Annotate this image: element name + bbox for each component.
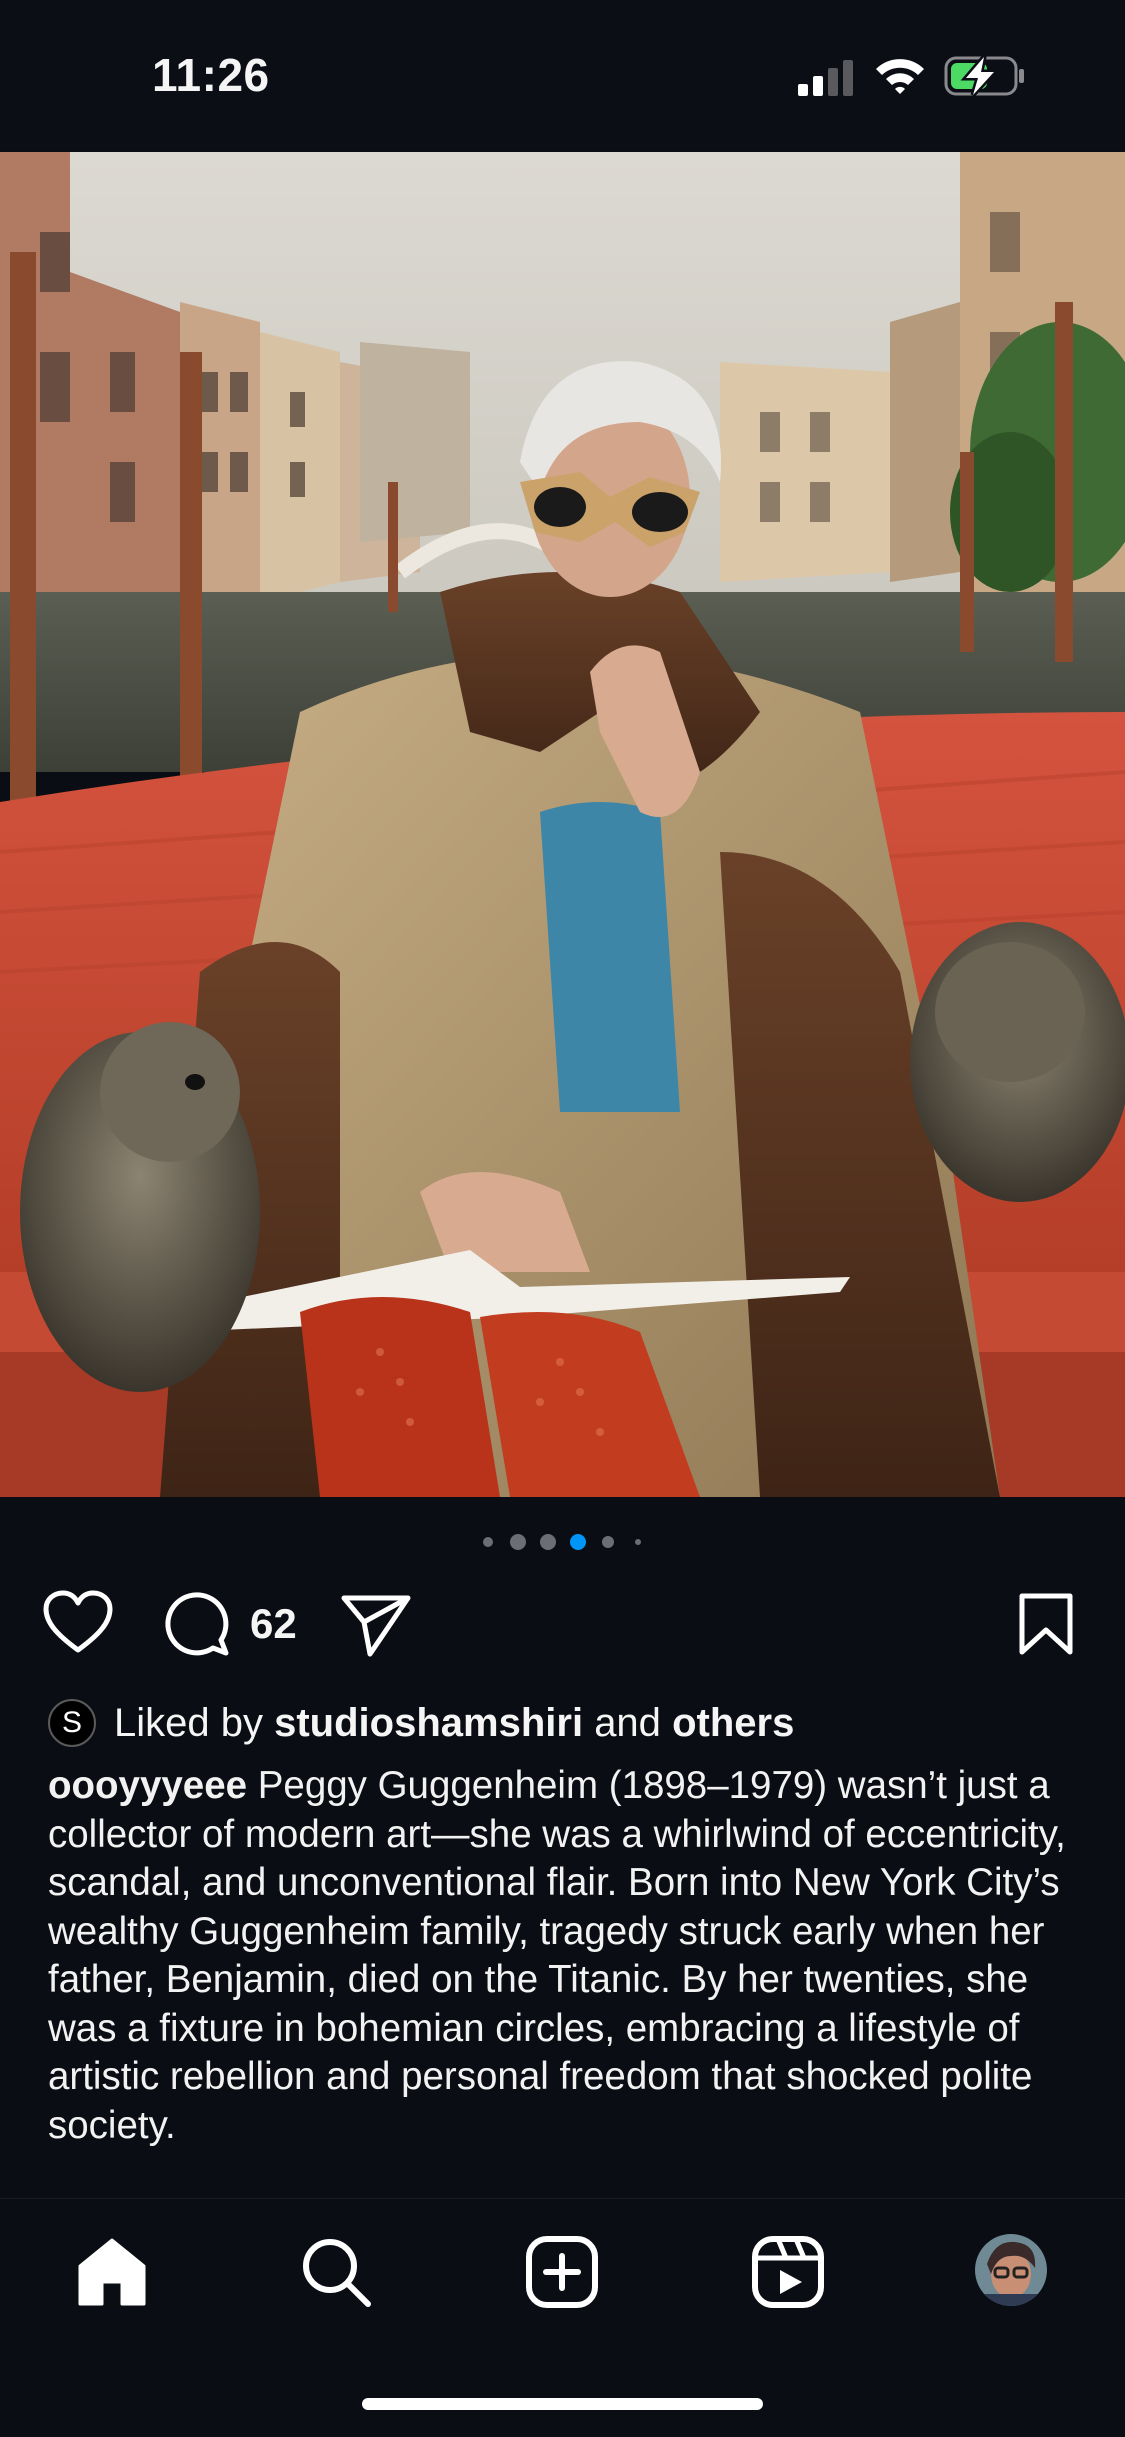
likes-prefix: Liked by <box>114 1700 263 1745</box>
search-icon[interactable] <box>298 2234 374 2310</box>
likes-connector: and <box>594 1700 661 1745</box>
carousel-dot <box>482 1537 493 1547</box>
like-heart-icon[interactable] <box>42 1590 114 1656</box>
create-post-icon[interactable] <box>524 2234 600 2310</box>
liker-username[interactable]: studioshamshiri <box>274 1701 583 1745</box>
profile-avatar[interactable] <box>975 2234 1047 2306</box>
carousel-dot <box>539 1534 556 1550</box>
comment-count[interactable]: 62 <box>250 1600 297 1648</box>
cellular-signal-icon <box>798 60 853 96</box>
carousel-dot <box>634 1539 641 1545</box>
battery-charging-icon <box>944 54 1024 97</box>
post-photo[interactable] <box>0 152 1125 1497</box>
likes-others-link[interactable]: others <box>672 1701 794 1745</box>
home-indicator <box>362 2398 763 2410</box>
liker-avatar[interactable]: S <box>48 1699 96 1747</box>
home-icon[interactable] <box>74 2234 150 2310</box>
status-time: 11:26 <box>152 49 270 101</box>
carousel-dot <box>601 1536 614 1548</box>
carousel-dot-active <box>569 1534 586 1550</box>
wifi-icon <box>876 59 924 94</box>
likes-summary[interactable]: S Liked by studioshamshiri and others <box>48 1698 794 1748</box>
likes-text[interactable]: Liked by studioshamshiri and others <box>114 1701 794 1746</box>
caption-username[interactable]: oooyyyeee <box>48 1764 247 1807</box>
comment-icon[interactable] <box>163 1590 231 1658</box>
carousel-indicator <box>0 1530 1125 1554</box>
reels-icon[interactable] <box>750 2234 826 2310</box>
carousel-dot <box>509 1534 526 1550</box>
status-bar: 11:26 <box>0 0 1125 150</box>
save-bookmark-icon[interactable] <box>1018 1592 1074 1656</box>
post-caption: oooyyyeee Peggy Guggenheim (1898–1979) w… <box>48 1762 1088 2150</box>
share-send-icon[interactable] <box>340 1592 412 1658</box>
caption-text: Peggy Guggenheim (1898–1979) wasn’t just… <box>48 1764 1066 2147</box>
